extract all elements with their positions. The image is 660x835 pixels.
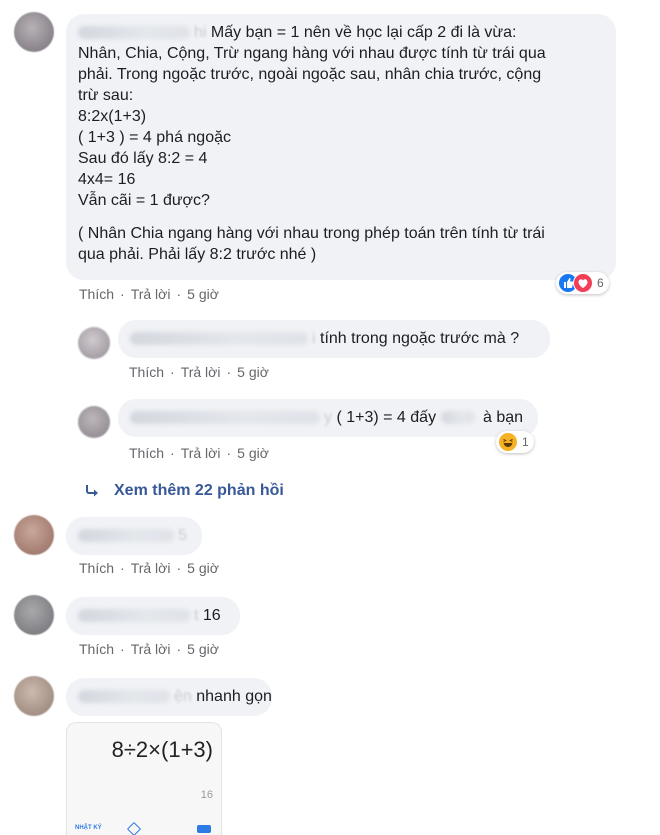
haha-reaction-icon: [498, 432, 518, 452]
comment-line: Vẫn cãi = 1 được?: [78, 192, 210, 209]
comment-actions: Thích · Trả lời · 5 giờ: [129, 364, 269, 380]
comment-line: ( 1+3 ) = 4 phá ngoặc: [78, 129, 231, 146]
calculator-history-label: NHẬT KÝ: [75, 825, 102, 831]
like-link[interactable]: Thích: [79, 641, 114, 657]
commenter-name-tail: ện: [174, 688, 192, 705]
view-more-replies-label: Xem thêm 22 phản hồi: [114, 482, 284, 499]
reaction-summary[interactable]: 6: [556, 272, 609, 294]
reply-link[interactable]: Trả lời: [131, 560, 171, 576]
like-link[interactable]: Thích: [129, 445, 164, 461]
comment-actions: Thích · Trả lời · 5 giờ: [79, 560, 219, 576]
blurred-word: [440, 411, 475, 425]
comment-bubble: hi Mấy bạn = 1 nên về học lại cấp 2 đi l…: [66, 14, 616, 280]
comment-bubble: t 16: [66, 597, 240, 635]
timestamp[interactable]: 5 giờ: [237, 364, 269, 380]
avatar[interactable]: [78, 327, 110, 359]
commenter-name[interactable]: [130, 411, 320, 425]
love-reaction-icon: [573, 273, 593, 293]
comment-bubble: ện nhanh gọn: [66, 678, 272, 716]
comment-line: 4x4= 16: [78, 171, 136, 188]
comment-line: Sau đó lấy 8:2 = 4: [78, 150, 208, 167]
comment-actions: Thích · Trả lời · 5 giờ: [79, 286, 219, 302]
commenter-name-tail: y: [324, 409, 332, 426]
timestamp[interactable]: 5 giờ: [237, 445, 269, 461]
reply-link[interactable]: Trả lời: [181, 364, 221, 380]
backspace-icon: [197, 825, 211, 833]
reply-text: tính trong ngoặc trước mà ?: [320, 330, 520, 347]
avatar[interactable]: [14, 515, 54, 555]
reply-arrow-icon: [86, 485, 98, 497]
comment-text: 16: [202, 607, 221, 624]
reaction-summary[interactable]: 1: [496, 431, 534, 453]
avatar[interactable]: [14, 12, 54, 52]
commenter-name-tail: 5: [178, 527, 187, 544]
reaction-count: 1: [522, 435, 529, 449]
reply-link[interactable]: Trả lời: [181, 445, 221, 461]
view-more-replies-link[interactable]: Xem thêm 22 phản hồi: [84, 482, 284, 500]
calculator-expression: 8÷2×(1+3): [111, 737, 213, 762]
reply-bubble: y ( 1+3) = 4 đấy à bạn: [118, 399, 538, 437]
like-link[interactable]: Thích: [79, 286, 114, 302]
comment-bubble: 5: [66, 517, 202, 555]
avatar[interactable]: [78, 406, 110, 438]
commenter-name[interactable]: [78, 690, 170, 704]
comment-line: phải. Trong ngoặc trước, ngoài ngoặc sau…: [78, 66, 542, 83]
comment-line: ( Nhân Chia ngang hàng với nhau trong ph…: [78, 225, 545, 242]
like-link[interactable]: Thích: [129, 364, 164, 380]
comment-line: trừ sau:: [78, 87, 134, 104]
avatar[interactable]: [14, 676, 54, 716]
comment-actions: Thích · Trả lời · 5 giờ: [79, 641, 219, 657]
calculator-result: 16: [200, 789, 213, 801]
reply-link[interactable]: Trả lời: [131, 641, 171, 657]
reply-text-tail: à bạn: [482, 409, 524, 426]
ruler-icon: [126, 821, 142, 835]
timestamp[interactable]: 5 giờ: [187, 560, 219, 576]
avatar[interactable]: [14, 595, 54, 635]
reply-text: ( 1+3) = 4 đấy: [336, 409, 437, 426]
commenter-name[interactable]: [78, 529, 174, 543]
like-link[interactable]: Thích: [79, 560, 114, 576]
reply-bubble: i tính trong ngoặc trước mà ?: [118, 320, 550, 358]
timestamp[interactable]: 5 giờ: [187, 286, 219, 302]
comment-text: nhanh gọn: [196, 688, 272, 705]
commenter-name-tail: hi: [194, 24, 207, 41]
comment-line: Nhân, Chia, Cộng, Trừ ngang hàng với nha…: [78, 45, 546, 62]
commenter-name-tail: t: [194, 607, 199, 624]
reply-link[interactable]: Trả lời: [131, 286, 171, 302]
reaction-count: 6: [597, 276, 604, 290]
comment-line: 8:2x(1+3): [78, 108, 147, 125]
comment-line: qua phải. Phải lấy 8:2 trước nhé ): [78, 246, 317, 263]
commenter-name-tail: i: [312, 330, 316, 347]
comment-actions: Thích · Trả lời · 5 giờ: [129, 445, 269, 461]
comment-line: Mấy bạn = 1 nên về học lại cấp 2 đi là v…: [210, 24, 517, 41]
commenter-name[interactable]: [78, 26, 190, 40]
attached-calculator-image[interactable]: 8÷2×(1+3) 16 NHẬT KÝ: [66, 722, 222, 835]
commenter-name[interactable]: [130, 332, 308, 346]
commenter-name[interactable]: [78, 609, 190, 623]
timestamp[interactable]: 5 giờ: [187, 641, 219, 657]
